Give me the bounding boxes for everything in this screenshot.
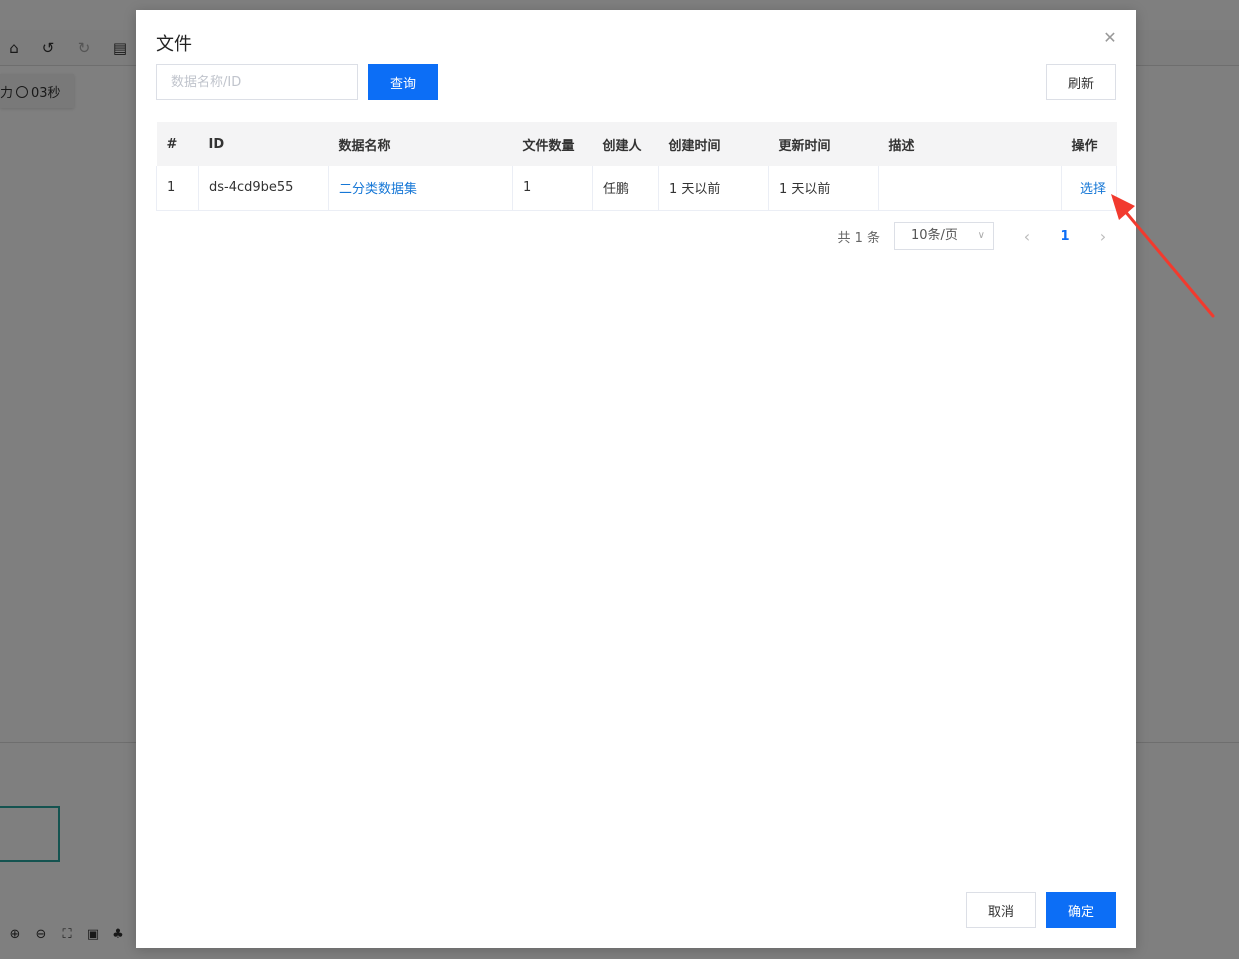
search-input[interactable] — [156, 64, 358, 100]
cell-creator: 任鹏 — [592, 166, 659, 211]
header-file-count: 文件数量 — [512, 122, 593, 166]
cell-created: 1 天以前 — [658, 166, 769, 211]
header-action: 操作 — [1061, 122, 1117, 166]
header-index: # — [156, 122, 199, 166]
cancel-button[interactable]: 取消 — [966, 892, 1036, 928]
cell-updated: 1 天以前 — [768, 166, 879, 211]
cell-file-count: 1 — [512, 166, 593, 211]
cell-index: 1 — [156, 166, 199, 211]
page-size-select[interactable]: 10条/页 ∨ — [894, 222, 994, 250]
close-icon[interactable]: ✕ — [1102, 30, 1118, 46]
next-page-icon[interactable]: › — [1090, 227, 1116, 246]
chevron-down-icon: ∨ — [977, 230, 985, 241]
refresh-button[interactable]: 刷新 — [1046, 64, 1116, 100]
header-description: 描述 — [878, 122, 1062, 166]
confirm-button[interactable]: 确定 — [1046, 892, 1116, 928]
header-id: ID — [198, 122, 329, 166]
header-created: 创建时间 — [658, 122, 769, 166]
dataset-name-link[interactable]: 二分类数据集 — [339, 182, 417, 197]
header-creator: 创建人 — [592, 122, 659, 166]
prev-page-icon[interactable]: ‹ — [1014, 227, 1040, 246]
header-updated: 更新时间 — [768, 122, 879, 166]
dialog-title: 文件 — [156, 34, 192, 55]
cell-description — [878, 166, 1062, 211]
pagination: 共 1 条 10条/页 ∨ ‹ 1 › — [837, 222, 1116, 250]
header-name: 数据名称 — [328, 122, 513, 166]
dataset-table: # ID 数据名称 文件数量 创建人 创建时间 更新时间 描述 操作 1 ds-… — [156, 122, 1117, 211]
pagination-total: 共 1 条 — [837, 230, 880, 246]
file-dialog: 文件 ✕ 查询 刷新 # ID 数据名称 文件数量 创建人 创建时间 更新时间 … — [136, 10, 1136, 948]
table-row: 1 ds-4cd9be55 二分类数据集 1 任鹏 1 天以前 1 天以前 选择 — [156, 166, 1117, 211]
page-size-value: 10条/页 — [911, 228, 958, 243]
select-button[interactable]: 选择 — [1080, 182, 1106, 197]
table-header-row: # ID 数据名称 文件数量 创建人 创建时间 更新时间 描述 操作 — [156, 122, 1117, 166]
page-number-current[interactable]: 1 — [1052, 229, 1078, 244]
query-button[interactable]: 查询 — [368, 64, 438, 100]
cell-id: ds-4cd9be55 — [198, 166, 329, 211]
